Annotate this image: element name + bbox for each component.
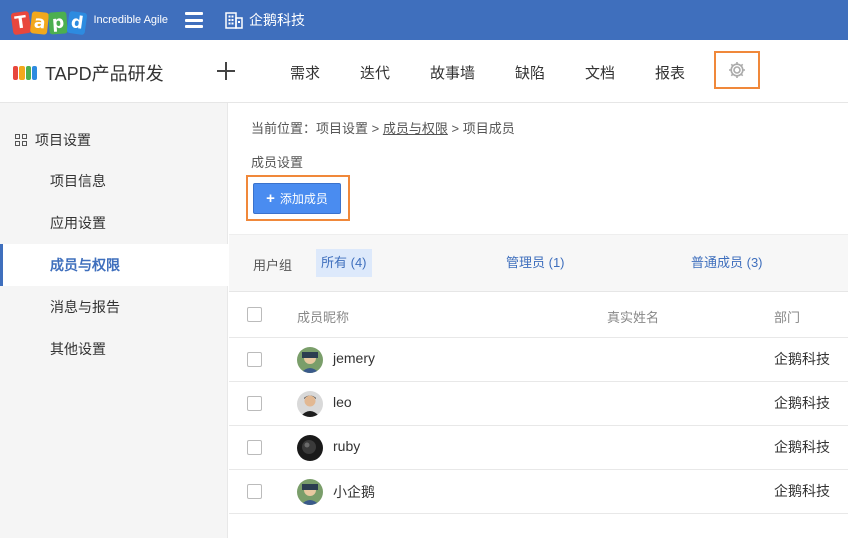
add-member-button[interactable]: + 添加成员 bbox=[253, 183, 341, 214]
nav-bugs[interactable]: 缺陷 bbox=[515, 62, 545, 83]
row-checkbox[interactable] bbox=[247, 484, 262, 499]
add-member-highlight: + 添加成员 bbox=[246, 175, 350, 221]
header-real-name[interactable]: 真实姓名 bbox=[607, 307, 659, 326]
avatar bbox=[297, 479, 323, 505]
project-title[interactable]: TAPD产品研发 bbox=[13, 60, 164, 86]
top-navbar: T a p d Incredible Agile 企鹅科技 bbox=[0, 0, 848, 40]
table-header-row: 成员昵称 真实姓名 部门 bbox=[229, 292, 848, 338]
breadcrumb-level2[interactable]: 成员与权限 bbox=[383, 121, 448, 136]
logo-letter: a bbox=[29, 11, 50, 35]
settings-button[interactable] bbox=[714, 51, 760, 89]
org-switcher[interactable]: 企鹅科技 bbox=[225, 10, 305, 30]
select-all-checkbox[interactable] bbox=[247, 307, 262, 322]
building-icon bbox=[225, 11, 243, 29]
breadcrumb-current: 项目成员 bbox=[462, 121, 515, 136]
breadcrumb: 当前位置：项目设置 > 成员与权限 > 项目成员 bbox=[251, 118, 515, 137]
sidebar-heading: 项目设置 bbox=[15, 130, 91, 150]
member-department: 企鹅科技 bbox=[774, 395, 830, 411]
grid-icon bbox=[15, 134, 27, 146]
table-row[interactable]: ruby 企鹅科技 bbox=[229, 426, 848, 470]
org-name: 企鹅科技 bbox=[249, 12, 306, 28]
member-department: 企鹅科技 bbox=[774, 483, 830, 499]
tapd-logo[interactable]: T a p d Incredible Agile bbox=[10, 6, 169, 36]
user-group-filter: 用户组 所有 (4) 管理员 (1) 普通成员 (3) bbox=[229, 234, 848, 292]
logo-letter: T bbox=[10, 10, 32, 36]
sidebar-item-app-settings[interactable]: 应用设置 bbox=[0, 202, 228, 244]
section-label: 成员设置 bbox=[251, 155, 304, 170]
add-member-label: 添加成员 bbox=[279, 192, 328, 206]
filter-label: 用户组 bbox=[253, 258, 293, 273]
sidebar-item-project-info[interactable]: 项目信息 bbox=[0, 160, 228, 202]
header-department[interactable]: 部门 bbox=[774, 307, 800, 326]
project-logo-icon bbox=[13, 66, 37, 80]
avatar bbox=[297, 435, 323, 461]
sidebar-item-messages-reports[interactable]: 消息与报告 bbox=[0, 286, 228, 328]
nav-docs[interactable]: 文档 bbox=[585, 62, 615, 83]
plus-icon: + bbox=[266, 190, 275, 207]
tab-admins[interactable]: 管理员 (1) bbox=[501, 249, 570, 277]
main-content: 当前位置：项目设置 > 成员与权限 > 项目成员 成员设置 + 添加成员 用户组… bbox=[229, 103, 848, 538]
breadcrumb-prefix: 当前位置： bbox=[251, 121, 317, 136]
logo-wordmark: T a p d bbox=[10, 6, 88, 36]
sidebar-item-members-permissions[interactable]: 成员与权限 bbox=[0, 244, 228, 286]
nav-iterations[interactable]: 迭代 bbox=[360, 62, 390, 83]
avatar bbox=[297, 347, 323, 373]
row-checkbox[interactable] bbox=[247, 396, 262, 411]
table-row[interactable]: jemery 企鹅科技 bbox=[229, 338, 848, 382]
breadcrumb-level1[interactable]: 项目设置 bbox=[316, 121, 368, 136]
avatar bbox=[297, 391, 323, 417]
table-row[interactable]: 小企鹅 企鹅科技 bbox=[229, 470, 848, 514]
member-department: 企鹅科技 bbox=[774, 439, 830, 455]
member-nickname: ruby bbox=[333, 438, 361, 454]
create-plus-icon[interactable] bbox=[213, 58, 239, 84]
breadcrumb-separator: > bbox=[368, 121, 383, 136]
sidebar-item-other-settings[interactable]: 其他设置 bbox=[0, 328, 228, 370]
header-nickname[interactable]: 成员昵称 bbox=[297, 307, 349, 326]
member-department: 企鹅科技 bbox=[774, 351, 830, 367]
table-row[interactable]: leo 企鹅科技 bbox=[229, 382, 848, 426]
member-nickname: 小企鹅 bbox=[333, 484, 375, 500]
logo-letter: p bbox=[48, 11, 69, 35]
breadcrumb-separator: > bbox=[447, 121, 463, 136]
row-checkbox[interactable] bbox=[247, 352, 262, 367]
sidebar-heading-label: 项目设置 bbox=[35, 132, 91, 148]
project-title-text: TAPD产品研发 bbox=[45, 64, 164, 84]
tab-regular-members[interactable]: 普通成员 (3) bbox=[686, 249, 768, 277]
nav-requirements[interactable]: 需求 bbox=[290, 62, 320, 83]
member-nickname: jemery bbox=[333, 350, 376, 366]
member-nickname: leo bbox=[333, 394, 352, 410]
logo-letter: d bbox=[66, 10, 88, 36]
gear-icon bbox=[729, 62, 745, 78]
tab-all[interactable]: 所有 (4) bbox=[316, 249, 372, 277]
settings-sidebar: 项目设置 项目信息 应用设置 成员与权限 消息与报告 其他设置 bbox=[0, 103, 228, 538]
row-checkbox[interactable] bbox=[247, 440, 262, 455]
hamburger-menu-icon[interactable] bbox=[185, 12, 204, 28]
project-header: TAPD产品研发 需求 迭代 故事墙 缺陷 文档 报表 bbox=[0, 40, 848, 103]
nav-reports[interactable]: 报表 bbox=[655, 62, 685, 83]
nav-story-wall[interactable]: 故事墙 bbox=[430, 62, 475, 83]
logo-slogan: Incredible Agile bbox=[93, 14, 169, 26]
